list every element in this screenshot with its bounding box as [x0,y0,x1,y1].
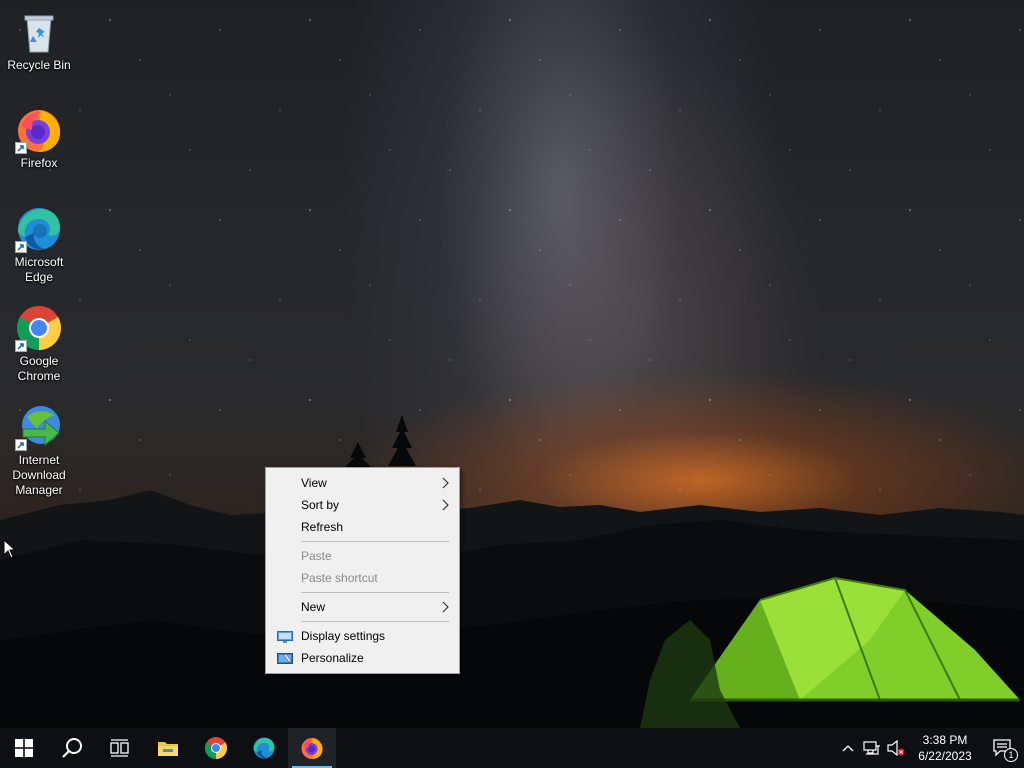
taskbar-clock[interactable]: 3:38 PM 6/22/2023 [908,732,982,764]
desktop-context-menu: View Sort by Refresh Paste Paste shortcu… [265,467,460,674]
menu-item-new[interactable]: New [268,596,457,618]
chrome-icon [205,737,227,759]
search-icon [62,738,82,758]
desktop-icon-label: Recycle Bin [7,58,71,72]
notification-count-badge: 1 [1004,748,1018,762]
firefox-icon [301,738,323,759]
menu-item-label: Paste shortcut [301,571,378,585]
menu-item-personalize[interactable]: Personalize [268,647,457,669]
chevron-up-icon [842,745,854,752]
desktop-icon-internet-download-manager[interactable]: Internet Download Manager [4,403,74,498]
network-button[interactable] [860,728,884,768]
menu-item-paste: Paste [268,545,457,567]
mouse-cursor-icon [3,539,17,559]
taskbar-chrome[interactable] [192,728,240,768]
idm-icon [15,403,63,451]
recycle-bin-icon [15,8,63,56]
menu-item-label: Refresh [301,520,344,534]
desktop-icon-recycle-bin[interactable]: Recycle Bin [4,8,74,73]
file-explorer-icon [158,742,178,756]
menu-item-label: New [301,600,326,614]
taskbar-file-explorer[interactable] [144,728,192,768]
menu-item-label: View [301,476,327,490]
clock-date: 6/22/2023 [918,749,972,763]
network-icon [863,741,880,755]
menu-item-label: Sort by [301,498,340,512]
desktop-icon-firefox[interactable]: Firefox [4,106,74,171]
taskbar: 3:38 PM 6/22/2023 1 [0,728,1024,768]
task-view-button[interactable] [96,728,144,768]
menu-item-label: Personalize [301,651,364,665]
shortcut-arrow-icon [15,241,27,253]
shortcut-arrow-icon [15,340,27,352]
volume-muted-icon [887,740,905,756]
personalize-icon [277,651,293,665]
menu-item-sort-by[interactable]: Sort by [268,494,457,516]
clock-time: 3:38 PM [922,733,968,747]
desktop-icon-label: Google Chrome [17,354,61,383]
taskbar-edge[interactable] [240,728,288,768]
chevron-right-icon [441,494,449,516]
menu-separator [301,621,449,622]
desktop-icon-label: Firefox [20,156,58,170]
menu-item-refresh[interactable]: Refresh [268,516,457,538]
show-hidden-icons-button[interactable] [836,728,860,768]
menu-item-display-settings[interactable]: Display settings [268,625,457,647]
landscape-silhouette [0,415,1024,728]
menu-item-label: Display settings [301,629,386,643]
shortcut-arrow-icon [15,439,27,451]
chevron-right-icon [441,596,449,618]
menu-item-paste-shortcut: Paste shortcut [268,567,457,589]
menu-item-label: Paste [301,549,332,563]
chrome-icon [15,304,63,352]
desktop-icon-google-chrome[interactable]: Google Chrome [4,304,74,384]
display-settings-icon [277,629,293,643]
system-tray: 3:38 PM 6/22/2023 1 [836,728,1024,768]
desktop-icon-microsoft-edge[interactable]: Microsoft Edge [4,205,74,285]
task-view-icon [110,739,129,757]
action-center-button[interactable]: 1 [982,728,1024,768]
edge-icon [253,737,275,759]
menu-item-view[interactable]: View [268,472,457,494]
menu-separator [301,592,449,593]
volume-button[interactable] [884,728,908,768]
taskbar-firefox[interactable] [288,728,336,768]
menu-separator [301,541,449,542]
shortcut-arrow-icon [15,142,27,154]
desktop-icon-label: Internet Download Manager [12,453,66,497]
firefox-icon [15,106,63,154]
search-button[interactable] [48,728,96,768]
desktop-icon-label: Microsoft Edge [14,255,64,284]
start-button[interactable] [0,728,48,768]
edge-icon [15,205,63,253]
desktop-wallpaper [0,0,1024,728]
chevron-right-icon [441,472,449,494]
windows-logo-icon [15,739,33,757]
